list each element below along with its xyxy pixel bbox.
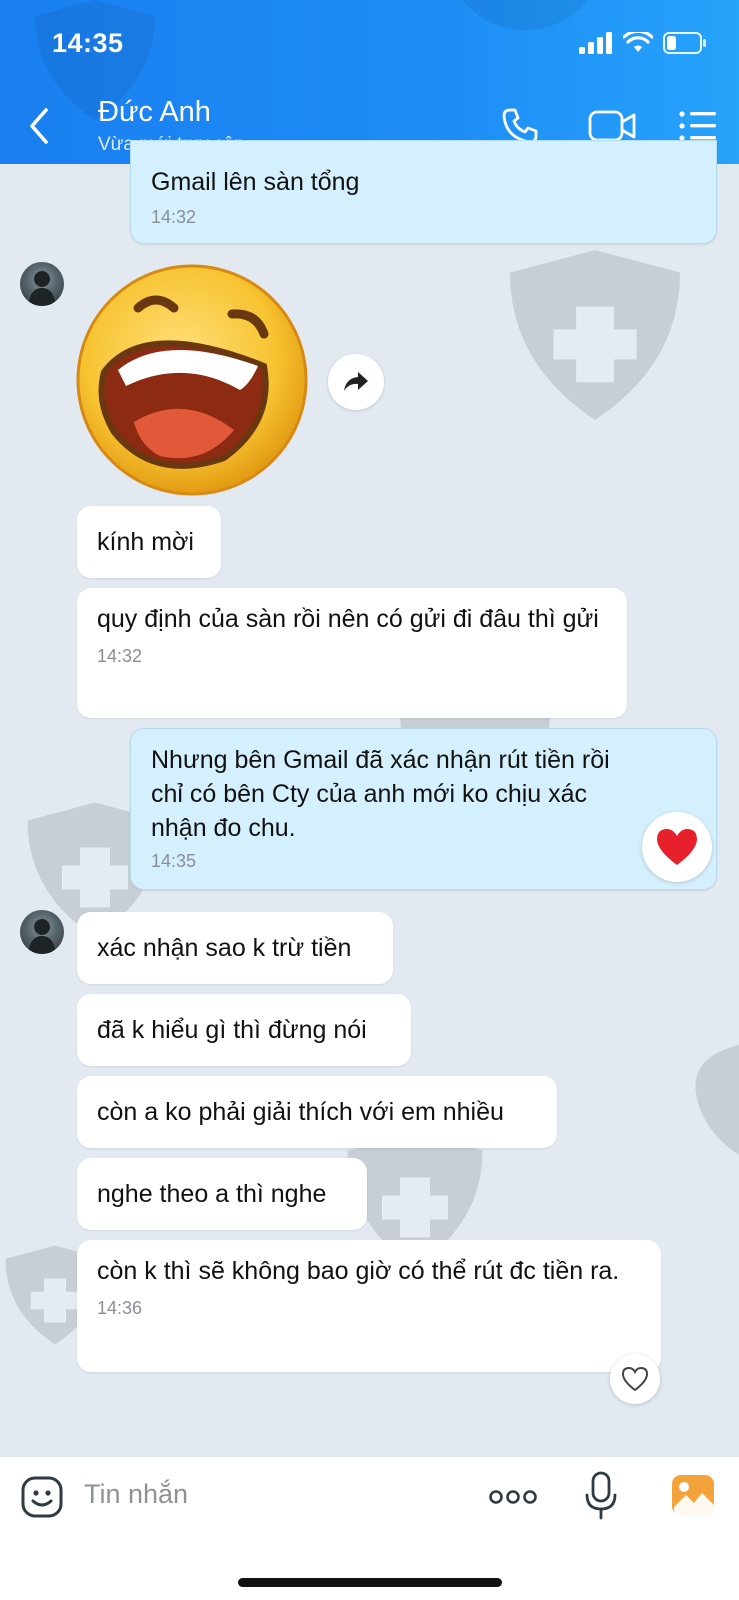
- more-options-button[interactable]: [488, 1485, 538, 1509]
- wifi-icon: [623, 32, 653, 52]
- battery-icon: [663, 32, 706, 54]
- message-text: Nhưng bên Gmail đã xác nhận rút tiền rồi…: [151, 746, 610, 842]
- video-camera-icon: [588, 110, 636, 142]
- message-text: kính mời: [97, 528, 194, 556]
- microphone-icon: [585, 1471, 617, 1520]
- list-menu-icon: [679, 111, 716, 141]
- message-text: còn a ko phải giải thích với em nhiều: [97, 1098, 504, 1126]
- laughing-emoji-icon: [76, 264, 308, 496]
- contact-avatar[interactable]: [20, 262, 64, 306]
- heart-filled-icon: [657, 829, 697, 865]
- smiley-icon: [21, 1476, 63, 1518]
- message-text: nghe theo a thì nghe: [97, 1180, 327, 1208]
- status-bar-icons: [579, 32, 707, 54]
- contact-name[interactable]: Đức Anh: [98, 96, 211, 129]
- voice-message-button[interactable]: [584, 1471, 618, 1521]
- message-text: đã k hiểu gì thì đừng nói: [97, 1016, 367, 1044]
- react-heart-button[interactable]: [610, 1354, 660, 1404]
- watermark-shield-icon: [695, 1044, 739, 1156]
- chevron-left-icon: [30, 108, 48, 144]
- heart-outline-icon: [621, 1366, 649, 1392]
- home-indicator[interactable]: [238, 1578, 502, 1587]
- laughing-face-sticker[interactable]: [74, 262, 310, 498]
- photo-gallery-button[interactable]: [670, 1473, 716, 1517]
- forward-button[interactable]: [328, 354, 384, 410]
- message-bubble-received[interactable]: nghe theo a thì nghe: [77, 1158, 367, 1230]
- message-text: quy định của sàn rồi nên có gửi đi đâu t…: [97, 605, 599, 633]
- message-bubble-received[interactable]: đã k hiểu gì thì đừng nói: [77, 994, 411, 1066]
- status-bar-time: 14:35: [52, 28, 124, 58]
- reaction-heart-badge[interactable]: [642, 812, 712, 882]
- message-text: còn k thì sẽ không bao giờ có thể rút đc…: [97, 1257, 620, 1285]
- message-text: xác nhận sao k trừ tiền: [97, 934, 352, 962]
- message-time: 14:35: [151, 851, 197, 871]
- message-input[interactable]: Tin nhắn: [84, 1479, 188, 1510]
- back-button[interactable]: [22, 104, 58, 148]
- watermark-shield-icon: [510, 250, 680, 420]
- image-gallery-icon: [672, 1475, 714, 1515]
- message-time: 14:32: [97, 646, 143, 666]
- message-bubble-sent[interactable]: Gmail lên sàn tổng 14:32: [130, 140, 717, 244]
- message-bubble-received[interactable]: quy định của sàn rồi nên có gửi đi đâu t…: [77, 588, 627, 718]
- avatar-image: [28, 919, 56, 954]
- message-bubble-received[interactable]: còn k thì sẽ không bao giờ có thể rút đc…: [77, 1240, 661, 1372]
- message-text: Gmail lên sàn tổng: [151, 168, 360, 196]
- message-bubble-received[interactable]: xác nhận sao k trừ tiền: [77, 912, 393, 984]
- contact-avatar[interactable]: [20, 910, 64, 954]
- message-bubble-received[interactable]: còn a ko phải giải thích với em nhiều: [77, 1076, 557, 1148]
- share-arrow-icon: [344, 372, 368, 391]
- message-time: 14:32: [151, 207, 197, 227]
- sticker-emoji-button[interactable]: [20, 1475, 64, 1519]
- message-time: 14:36: [97, 1298, 143, 1318]
- avatar-image: [28, 271, 56, 306]
- watermark-shield-icon: [462, 0, 588, 30]
- message-bubble-sent[interactable]: Nhưng bên Gmail đã xác nhận rút tiền rồi…: [130, 728, 717, 890]
- message-bubble-received[interactable]: kính mời: [77, 506, 221, 578]
- cellular-signal-icon: [579, 32, 612, 54]
- more-dots-icon: [489, 1490, 537, 1504]
